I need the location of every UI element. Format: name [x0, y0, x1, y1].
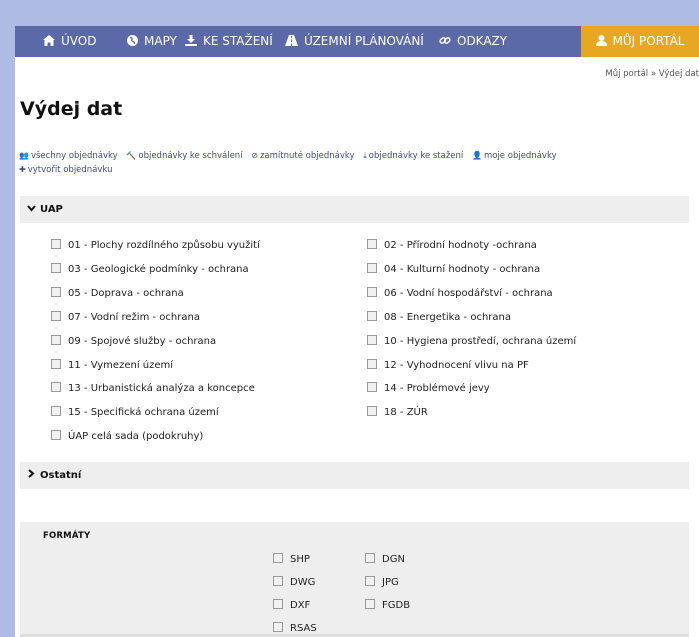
uap-checkbox-07[interactable]: 07 - Vodní režim - ochrana	[51, 310, 200, 326]
checkbox[interactable]	[367, 311, 377, 321]
globe-icon	[127, 26, 138, 57]
format-checkbox-dgn[interactable]: DGN	[365, 552, 405, 568]
orders-to-approve-link[interactable]: 🔨 objednávky ke schválení	[126, 149, 242, 163]
uap-checkbox-15[interactable]: 15 - Specifická ochrana území	[51, 405, 219, 421]
checkbox[interactable]	[51, 406, 61, 416]
uap-checkbox-12[interactable]: 12 - Vyhodnocení vlivu na PF	[367, 358, 529, 374]
uap-checkbox-10[interactable]: 10 - Hygiena prostředí, ochrana území	[367, 334, 576, 350]
checkbox[interactable]	[51, 430, 61, 440]
format-checkbox-dxf[interactable]: DXF	[273, 598, 310, 614]
uap-checkbox-full-set[interactable]: ÚAP celá sada (podokruhy)	[51, 429, 203, 445]
checkbox[interactable]	[367, 335, 377, 345]
formats-title: FORMÁTY	[43, 531, 91, 541]
checkbox[interactable]	[367, 239, 377, 249]
checkbox[interactable]	[367, 287, 377, 297]
checkbox[interactable]	[51, 239, 61, 249]
checkbox[interactable]	[51, 287, 61, 297]
checkbox[interactable]	[367, 406, 377, 416]
nav-label-uzemni-planovani: ÚZEMNÍ PLÁNOVÁNÍ	[304, 34, 424, 48]
uap-checkbox-13[interactable]: 13 - Urbanistická analýza a koncepce	[51, 381, 255, 397]
checkbox[interactable]	[51, 311, 61, 321]
rejected-orders-link[interactable]: ⊘ zamítnuté objednávky	[251, 149, 354, 163]
orders-to-download-link[interactable]: ⤓ objednávky ke stažení	[363, 149, 463, 163]
checkbox[interactable]	[51, 382, 61, 392]
section-ostatni-label: Ostatní	[40, 470, 82, 481]
nav-item-muj-portal[interactable]: MŮJ PORTÁL	[581, 26, 699, 57]
checkbox[interactable]	[365, 553, 375, 563]
checkbox[interactable]	[365, 599, 375, 609]
users-icon: 👥	[19, 151, 29, 160]
format-checkbox-fgdb[interactable]: FGDB	[365, 598, 410, 614]
section-ostatni-header[interactable]: Ostatní	[20, 462, 689, 489]
format-checkbox-dwg[interactable]: DWG	[273, 575, 315, 591]
uap-checkbox-01[interactable]: 01 - Plochy rozdílného způsobu využití	[51, 238, 260, 254]
gavel-icon: 🔨	[126, 151, 137, 160]
checkbox[interactable]	[365, 576, 375, 586]
uap-checkbox-04[interactable]: 04 - Kulturní hodnoty - ochrana	[367, 262, 540, 278]
download-icon: ⤓	[363, 151, 367, 160]
uap-checkbox-11[interactable]: 11 - Vymezení území	[51, 358, 173, 374]
format-checkbox-shp[interactable]: SHP	[273, 552, 310, 568]
page-frame: ÚVOD MAPY KE STAŽENÍ ÚZEMNÍ PLÁNOVÁNÍ OD…	[15, 26, 699, 637]
all-orders-link[interactable]: 👥 všechny objednávky	[19, 149, 118, 163]
uap-checkbox-02[interactable]: 02 - Přírodní hodnoty -ochrana	[367, 238, 537, 254]
checkbox[interactable]	[273, 599, 283, 609]
nav-label-mapy: MAPY	[144, 34, 177, 48]
link-icon	[439, 26, 451, 57]
top-navigation: ÚVOD MAPY KE STAŽENÍ ÚZEMNÍ PLÁNOVÁNÍ OD…	[15, 26, 699, 57]
page-title: Výdej dat	[20, 98, 123, 120]
uap-checkbox-06[interactable]: 06 - Vodní hospodářství - ochrana	[367, 286, 553, 302]
home-icon	[43, 26, 55, 57]
formats-panel: FORMÁTY SHP DGN DWG JPG DXF FGDB RSAS	[20, 522, 689, 634]
plus-icon: ✚	[19, 165, 26, 174]
download-icon	[185, 26, 197, 57]
nav-item-mapy[interactable]: MAPY	[127, 26, 177, 57]
create-order-link[interactable]: ✚ vytvořit objednávku	[19, 163, 112, 177]
nav-label-ke-stazeni: KE STAŽENÍ	[203, 34, 273, 48]
checkbox[interactable]	[367, 382, 377, 392]
user-icon: 👤	[472, 151, 482, 160]
checkbox[interactable]	[273, 576, 283, 586]
section-uap-header[interactable]: UAP	[20, 196, 689, 223]
my-orders-link[interactable]: 👤 moje objednávky	[472, 149, 557, 163]
uap-checkbox-05[interactable]: 05 - Doprava - ochrana	[51, 286, 184, 302]
format-checkbox-jpg[interactable]: JPG	[365, 575, 399, 591]
nav-item-uvod[interactable]: ÚVOD	[43, 26, 96, 57]
road-icon	[285, 26, 298, 57]
checkbox[interactable]	[51, 263, 61, 273]
section-uap-label: UAP	[40, 204, 63, 215]
user-icon	[595, 26, 607, 57]
nav-label-uvod: ÚVOD	[61, 34, 97, 48]
nav-item-uzemni-planovani[interactable]: ÚZEMNÍ PLÁNOVÁNÍ	[285, 26, 424, 57]
nav-item-odkazy[interactable]: ODKAZY	[439, 26, 507, 57]
checkbox[interactable]	[273, 553, 283, 563]
checkbox[interactable]	[273, 622, 283, 632]
checkbox[interactable]	[51, 359, 61, 369]
uap-checkbox-18[interactable]: 18 - ZÚR	[367, 405, 428, 421]
breadcrumb[interactable]: Můj portál » Výdej dat	[605, 69, 699, 79]
uap-checkbox-09[interactable]: 09 - Spojové služby - ochrana	[51, 334, 216, 350]
uap-checkbox-03[interactable]: 03 - Geologické podmínky - ochrana	[51, 262, 249, 278]
order-actions: 👥 všechny objednávky 🔨 objednávky ke schvá…	[19, 149, 689, 177]
checkbox[interactable]	[367, 263, 377, 273]
chevron-down-icon	[24, 197, 38, 224]
uap-checkbox-08[interactable]: 08 - Energetika - ochrana	[367, 310, 511, 326]
nav-label-odkazy: ODKAZY	[457, 34, 508, 48]
nav-label-muj-portal: MŮJ PORTÁL	[612, 34, 685, 48]
uap-checkbox-14[interactable]: 14 - Problémové jevy	[367, 381, 490, 397]
ban-icon: ⊘	[251, 151, 258, 160]
checkbox[interactable]	[51, 335, 61, 345]
chevron-right-icon	[24, 463, 38, 490]
nav-item-ke-stazeni[interactable]: KE STAŽENÍ	[185, 26, 273, 57]
checkbox[interactable]	[367, 359, 377, 369]
